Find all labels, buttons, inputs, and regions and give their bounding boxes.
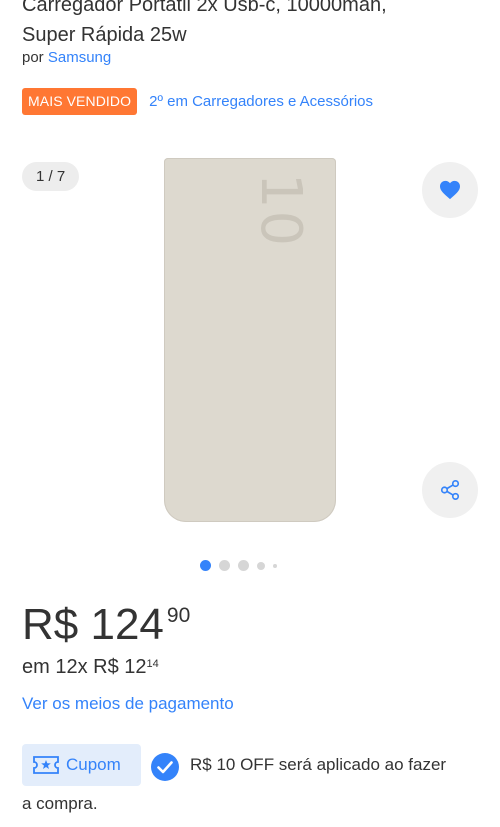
pagination-dot[interactable] [257,561,265,570]
product-image[interactable]: 10 [164,158,336,522]
by-prefix: por [22,49,44,66]
coupon-label: Cupom [66,755,121,774]
installments-cents: 14 [146,658,159,670]
coupon-button[interactable]: Cupom [22,744,141,786]
seller-byline: por Samsung [22,49,111,66]
check-circle-icon [151,753,179,781]
heart-icon [440,180,460,200]
coupon-description-line1: R$ 10 OFF será aplicado ao fazer [190,755,447,774]
carousel-pagination [200,560,277,571]
pagination-dot-active[interactable] [200,560,211,571]
product-capacity-marking: 10 [247,172,313,249]
brand-link[interactable]: Samsung [48,49,111,66]
price-main: R$ 124 [22,600,164,649]
coupon-description-line2: a compra. [22,794,98,813]
installments-text: em 12x R$ 12 [22,656,147,678]
favorite-button[interactable] [422,162,478,218]
badge-row: MAIS VENDIDO 2º em Carregadores e Acessó… [22,88,373,115]
price-cents: 90 [166,604,191,627]
price: R$ 124 90 [22,600,190,650]
category-rank-link[interactable]: 2º em Carregadores e Acessórios [149,93,373,110]
installments: em 12x R$ 12 14 [22,656,159,679]
product-title: Carregador Portátil 2x Usb-c, 10000mah, … [22,0,482,50]
pagination-dot[interactable] [238,560,249,571]
product-title-line1: Carregador Portátil 2x Usb-c, 10000mah, [22,0,387,16]
product-title-line2: Super Rápida 25w [22,24,187,46]
image-counter: 1 / 7 [22,162,80,191]
best-seller-badge: MAIS VENDIDO [22,88,138,115]
image-gallery[interactable]: 1 / 7 10 [0,150,500,550]
share-icon [440,480,460,500]
share-button[interactable] [422,462,478,518]
ticket-star-icon [33,756,59,774]
pagination-dot[interactable] [219,560,230,571]
pagination-dot[interactable] [273,563,277,568]
payment-methods-link[interactable]: Ver os meios de pagamento [22,694,234,714]
